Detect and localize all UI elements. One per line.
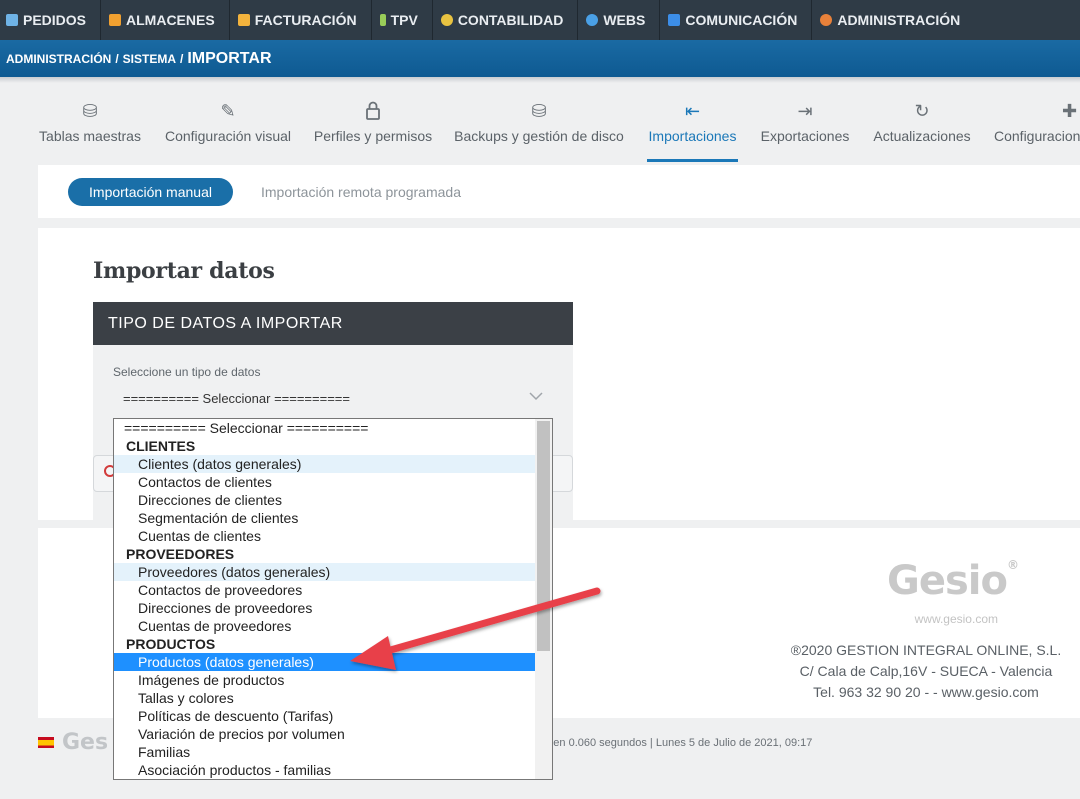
pos-icon — [379, 14, 386, 26]
footer-phone: Tel. 963 32 90 20 - - www.gesio.com — [813, 684, 1039, 700]
option-cuentas-proveedores[interactable]: Cuentas de proveedores — [114, 617, 536, 635]
footer-address: C/ Cala de Calp,16V - SUECA - Valencia — [799, 663, 1053, 679]
tab-configuracion-visual[interactable]: ✎ Configuración visual — [160, 92, 296, 162]
warehouse-icon — [109, 14, 122, 26]
data-type-dropdown-list[interactable]: ========== Seleccionar ========== CLIENT… — [113, 418, 553, 780]
breadcrumb-administracion[interactable]: ADMINISTRACIÓN — [6, 52, 111, 66]
option-asociacion-familias[interactable]: Asociación productos - familias — [114, 761, 536, 779]
page-title: Importar datos — [93, 258, 275, 284]
menu-comunicacion[interactable]: COMUNICACIÓN — [660, 0, 813, 40]
option-politicas-descuento[interactable]: Políticas de descuento (Tarifas) — [114, 707, 536, 725]
breadcrumb-shadow — [0, 77, 1080, 83]
option-direcciones-clientes[interactable]: Direcciones de clientes — [114, 491, 536, 509]
breadcrumb-separator: / — [115, 51, 119, 66]
refresh-icon: ↻ — [914, 101, 930, 121]
option-tallas-colores[interactable]: Tallas y colores — [114, 689, 536, 707]
manual-import-pill[interactable]: Importación manual — [68, 178, 233, 206]
tab-configuracion[interactable]: ✚ Configuracion — [990, 92, 1080, 162]
tab-importaciones[interactable]: ⇤ Importaciones — [647, 92, 738, 162]
option-contactos-proveedores[interactable]: Contactos de proveedores — [114, 581, 536, 599]
export-icon: ⇥ — [797, 101, 813, 121]
menu-webs[interactable]: WEBS — [578, 0, 661, 40]
table-settings-icon: ⛁ — [82, 101, 98, 121]
option-proveedores-generales[interactable]: Proveedores (datos generales) — [114, 563, 536, 581]
globe-icon — [586, 14, 599, 26]
group-proveedores: PROVEEDORES — [126, 546, 235, 562]
footer-address-block: ®2020 GESTION INTEGRAL ONLINE, S.L. C/ C… — [776, 640, 1076, 703]
option-direcciones-proveedores[interactable]: Direcciones de proveedores — [114, 599, 536, 617]
data-type-label: Seleccione un tipo de datos — [113, 365, 261, 379]
remote-import-pill[interactable]: Importación remota programada — [261, 178, 461, 206]
option-imagenes-productos[interactable]: Imágenes de productos — [114, 671, 536, 689]
chat-icon — [668, 14, 681, 26]
accounting-icon — [440, 14, 453, 26]
gesio-small-logo: Ges — [62, 730, 109, 755]
menu-facturacion[interactable]: FACTURACIÓN — [230, 0, 372, 40]
tab-actualizaciones[interactable]: ↻ Actualizaciones — [868, 92, 976, 162]
sub-navigation: ⛁ Tablas maestras ✎ Configuración visual… — [0, 92, 1080, 162]
group-clientes: CLIENTES — [126, 438, 196, 454]
data-type-header: TIPO DE DATOS A IMPORTAR — [93, 302, 573, 345]
invoice-icon — [237, 14, 250, 26]
orders-icon — [6, 14, 18, 26]
chevron-down-icon — [529, 388, 543, 404]
option-clientes-generales[interactable]: Clientes (datos generales) — [114, 455, 536, 473]
breadcrumb: ADMINISTRACIÓN / SISTEMA / IMPORTAR — [0, 40, 1080, 77]
brush-icon: ✎ — [220, 101, 236, 121]
footer-copyright: ®2020 GESTION INTEGRAL ONLINE, S.L. — [790, 642, 1062, 658]
tab-tablas-maestras[interactable]: ⛁ Tablas maestras — [30, 92, 150, 162]
lock-icon — [362, 100, 384, 122]
option-contactos-clientes[interactable]: Contactos de clientes — [114, 473, 536, 491]
import-icon: ⇤ — [684, 101, 701, 121]
import-mode-panel: Importación manual Importación remota pr… — [38, 165, 1080, 218]
spain-flag-icon[interactable] — [38, 737, 54, 748]
dropdown-scroll-thumb[interactable] — [537, 421, 550, 651]
option-productos-generales[interactable]: Productos (datos generales) — [114, 653, 536, 671]
breadcrumb-sistema[interactable]: SISTEMA — [123, 52, 176, 66]
tab-backups[interactable]: ⛁ Backups y gestión de disco — [449, 92, 629, 162]
tab-exportaciones[interactable]: ⇥ Exportaciones — [756, 92, 854, 162]
gesio-logo: Gesio® — [887, 558, 1019, 604]
footer-website: www.gesio.com — [914, 612, 998, 626]
breadcrumb-separator: / — [180, 51, 184, 66]
group-productos: PRODUCTOS — [126, 636, 216, 652]
dropdown-scrollbar[interactable] — [535, 419, 552, 779]
option-placeholder[interactable]: ========== Seleccionar ========== — [114, 419, 536, 437]
breadcrumb-current: IMPORTAR — [187, 49, 272, 67]
data-type-select-value: ========== Seleccionar ========== — [123, 390, 350, 406]
option-cuentas-clientes[interactable]: Cuentas de clientes — [114, 527, 536, 545]
puzzle-icon: ✚ — [1062, 101, 1078, 121]
tab-perfiles-permisos[interactable]: Perfiles y permisos — [308, 92, 438, 162]
menu-contabilidad[interactable]: CONTABILIDAD — [433, 0, 579, 40]
menu-administracion[interactable]: ADMINISTRACIÓN — [812, 0, 974, 40]
menu-tpv[interactable]: TPV — [372, 0, 433, 40]
gears-icon — [820, 14, 833, 26]
option-segmentacion-clientes[interactable]: Segmentación de clientes — [114, 509, 536, 527]
menu-pedidos[interactable]: PEDIDOS — [0, 0, 102, 40]
option-variacion-precios[interactable]: Variación de precios por volumen — [114, 725, 536, 743]
render-timing: da en 0.060 segundos | Lunes 5 de Julio … — [538, 737, 813, 749]
top-menu: PEDIDOS ALMACENES FACTURACIÓN TPV CONTAB… — [0, 0, 1080, 40]
data-type-select[interactable]: ========== Seleccionar ========== — [113, 385, 553, 411]
option-familias[interactable]: Familias — [114, 743, 536, 761]
backup-icon: ⛁ — [531, 101, 547, 121]
menu-almacenes[interactable]: ALMACENES — [101, 0, 230, 40]
